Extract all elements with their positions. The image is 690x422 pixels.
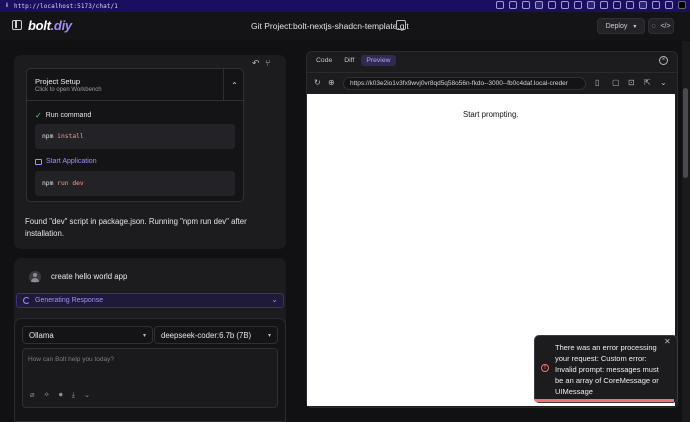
start-application-code: npm run dev — [35, 171, 235, 196]
git-icon[interactable] — [396, 20, 406, 30]
chevron-down-icon[interactable]: ⌄ — [660, 78, 667, 87]
extension-icon[interactable] — [535, 1, 543, 9]
error-icon: ! — [541, 364, 549, 372]
error-toast-message: There was an error processing your reque… — [555, 343, 659, 396]
extension-icon[interactable] — [509, 1, 517, 9]
provider-value: Ollama — [29, 330, 54, 340]
browser-extension-icons — [496, 1, 686, 9]
fork-icon[interactable]: ⑂ — [265, 58, 270, 68]
sidebar-toggle-icon[interactable] — [12, 20, 22, 30]
deploy-label: Deploy — [605, 22, 628, 30]
tab-preview[interactable]: Preview — [361, 55, 396, 66]
logo-main: bolt — [28, 18, 51, 33]
project-setup-title: Project Setup — [35, 77, 81, 86]
info-icon[interactable]: i — [0, 3, 14, 9]
tab-code[interactable]: Code — [311, 55, 337, 66]
attach-icon[interactable]: ⌀ — [30, 390, 35, 400]
tab-diff[interactable]: Diff — [339, 55, 359, 66]
extension-icon[interactable] — [652, 1, 660, 9]
extension-icon[interactable] — [587, 1, 595, 9]
extension-icon[interactable] — [665, 1, 673, 9]
application-icon — [35, 158, 42, 165]
device-icon[interactable]: ▯ — [595, 78, 599, 87]
assistant-message-text: Found "dev" script in package.json. Runn… — [25, 217, 247, 238]
input-toolbar: ⌀ ✧ ⏺ ⤓ ⌄ — [30, 390, 90, 400]
project-title: Git Project:bolt-nextjs-shadcn-template.… — [251, 21, 409, 31]
workbench-tabs: Code Diff Preview — [311, 55, 396, 66]
screenshot-icon[interactable]: ▢ — [612, 78, 620, 87]
header-icon-group: ◌ </> — [648, 18, 674, 34]
run-command-label: Run command — [45, 112, 92, 119]
logo-accent: .diy — [50, 18, 73, 33]
preview-text: Start prompting. — [463, 110, 519, 119]
browser-url[interactable]: http://localhost:5173/chat/1 — [14, 3, 118, 10]
project-setup-header[interactable]: Project Setup Click to open Workbench ⌃ — [27, 69, 245, 101]
chevron-down-icon: ▾ — [267, 332, 271, 339]
extension-icon[interactable] — [600, 1, 608, 9]
close-icon[interactable]: × — [659, 56, 668, 65]
toast-progress-bar — [534, 399, 674, 402]
prompt-placeholder: How can Bolt help you today? — [28, 356, 114, 363]
code-argument: run dev — [57, 180, 84, 187]
start-application-label: Start Application — [46, 158, 97, 165]
undo-icon[interactable]: ↶ — [252, 58, 260, 69]
run-command-step: ✓ Run command — [35, 111, 91, 120]
extension-icon[interactable] — [548, 1, 556, 9]
extension-icon[interactable] — [574, 1, 582, 9]
close-icon[interactable]: ✕ — [664, 337, 671, 346]
code-argument: install — [57, 133, 84, 140]
app-header: bolt.diy Git Project:bolt-nextjs-shadcn-… — [0, 12, 690, 40]
check-icon: ✓ — [35, 111, 42, 120]
scrollbar-thumb[interactable] — [683, 88, 688, 178]
generating-response-bar[interactable]: Generating Response ⌄ — [16, 293, 284, 308]
chevron-down-icon: ▾ — [633, 23, 637, 30]
run-command-code: npm install — [35, 124, 235, 149]
generating-label: Generating Response — [35, 297, 104, 304]
fullscreen-icon[interactable]: ⊡ — [628, 78, 635, 87]
external-link-icon[interactable]: ⇱ — [644, 78, 651, 87]
extension-icon[interactable] — [639, 1, 647, 9]
extension-icon[interactable] — [522, 1, 530, 9]
start-application-step: Start Application — [35, 158, 97, 165]
user-message-text: create hello world app — [51, 272, 128, 281]
extension-icon[interactable] — [626, 1, 634, 9]
code-command: npm — [42, 133, 54, 140]
extension-icon[interactable] — [561, 1, 569, 9]
reload-icon[interactable]: ↻ — [314, 78, 321, 87]
enhance-prompt-icon[interactable]: ✧ — [44, 390, 50, 400]
extension-icon[interactable] — [678, 1, 686, 9]
chevron-down-icon[interactable]: ⌄ — [84, 390, 90, 400]
extension-icon[interactable] — [613, 1, 621, 9]
extension-icon[interactable] — [496, 1, 504, 9]
chevron-down-icon[interactable]: ⌄ — [271, 295, 278, 304]
chevron-up-icon[interactable]: ⌃ — [223, 69, 245, 101]
microphone-icon[interactable]: ⏺ — [59, 390, 63, 400]
model-select[interactable]: deepseek-coder:6.7b (7B) ▾ — [154, 326, 278, 344]
deploy-button[interactable]: Deploy ▾ — [597, 18, 645, 34]
chevron-down-icon: ▾ — [142, 332, 146, 339]
logo[interactable]: bolt.diy — [28, 18, 72, 33]
model-value: deepseek-coder:6.7b (7B) — [161, 330, 252, 340]
upload-icon[interactable]: ⤓ — [72, 390, 75, 400]
code-command: npm — [42, 180, 54, 187]
chat-icon[interactable]: ◌ — [651, 23, 655, 30]
code-icon[interactable]: </> — [660, 23, 670, 30]
project-setup-box[interactable]: Project Setup Click to open Workbench ⌃ … — [26, 68, 245, 202]
spinner-icon — [23, 297, 30, 304]
target-icon[interactable]: ⊕ — [328, 78, 335, 87]
user-avatar-icon — [29, 271, 41, 283]
preview-url-input[interactable]: https://k03e2io1v3fx9wvj0vr8qd5q58o56n-f… — [343, 77, 586, 90]
provider-select[interactable]: Ollama ▾ — [22, 326, 153, 344]
project-setup-subtitle: Click to open Workbench — [35, 87, 102, 93]
browser-bar: i http://localhost:5173/chat/1 — [0, 0, 690, 12]
